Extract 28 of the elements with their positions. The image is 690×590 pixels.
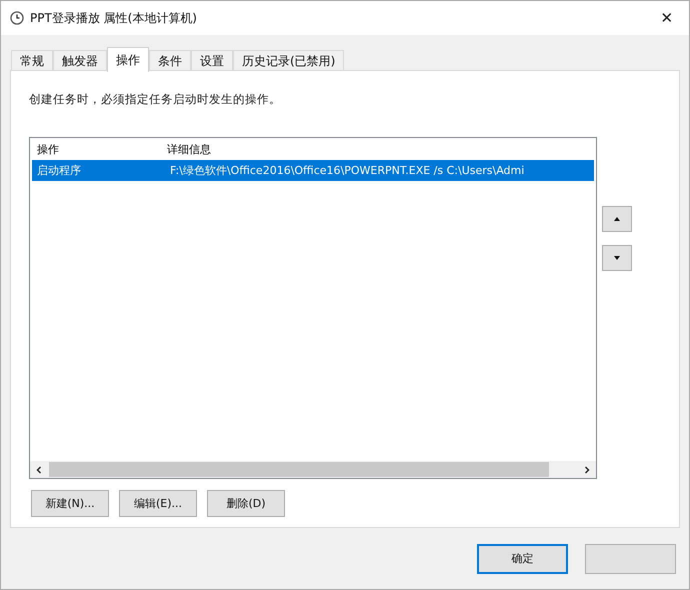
table-cell-text: 启动程序 (36, 163, 82, 178)
tab[interactable]: 常规 (11, 50, 53, 72)
move-down-button[interactable] (602, 245, 632, 271)
scroll-right-icon[interactable] (583, 464, 591, 474)
clock-icon (10, 11, 24, 25)
action-button[interactable]: 删除(D) (207, 490, 285, 517)
ok-button[interactable]: 确定 (477, 544, 568, 574)
column-header[interactable]: 操作 (30, 142, 160, 156)
description-text: 创建任务时，必须指定任务启动时发生的操作。 (29, 92, 282, 107)
table-cell-text: F:\绿色软件\Office2016\Office16\POWERPNT.EXE /s C:\Users\Admi (169, 163, 526, 178)
action-button[interactable]: 新建(N)... (31, 490, 109, 517)
tab[interactable]: 条件 (149, 50, 191, 72)
down-arrow-icon (614, 256, 620, 260)
column-header[interactable]: 详细信息 (160, 142, 596, 156)
scroll-left-icon[interactable] (35, 464, 43, 474)
table-row[interactable]: 启动程序 F:\绿色软件\Office2016\Office16\POWERPNT.EXE /s C:\Users\Admi (32, 160, 594, 181)
tab[interactable]: 设置 (191, 50, 233, 72)
window-title: PPT登录播放 属性(本地计算机) (30, 10, 198, 26)
tab[interactable]: 历史记录(已禁用) (233, 50, 344, 72)
move-up-button[interactable] (602, 206, 632, 232)
close-button[interactable]: ✕ (645, 1, 689, 35)
scrollbar-thumb[interactable] (49, 462, 549, 477)
horizontal-scrollbar[interactable] (30, 461, 596, 478)
tab[interactable]: 触发器 (53, 50, 107, 72)
action-button[interactable]: 编辑(E)... (119, 490, 197, 517)
tab[interactable]: 操作 (107, 47, 149, 72)
cancel-button[interactable] (585, 544, 676, 574)
up-arrow-icon (614, 217, 620, 221)
